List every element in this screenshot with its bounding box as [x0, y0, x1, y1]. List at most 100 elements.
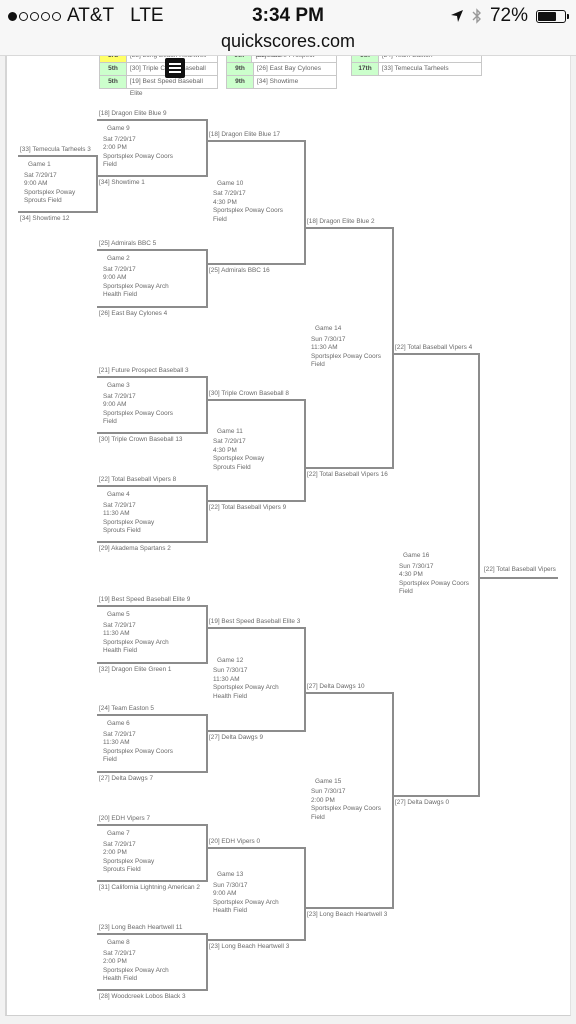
game-time: 4:30 PM	[213, 198, 237, 206]
game-venue1: Sportsplex Poway	[213, 455, 265, 462]
bracket-line	[206, 933, 208, 991]
standings-col-2: 9th[21] Future Prospect Baseball 9th[26]…	[226, 56, 337, 89]
bracket-line	[305, 907, 393, 909]
game-info[interactable]: Game 4 Sat 7/29/17 11:30 AM Sportsplex Powa…	[103, 491, 154, 536]
game-info[interactable]: Game 13 Sun 7/30/17 9:00 AM Sportsplex Powa…	[213, 871, 279, 916]
game-date: Sat 7/29/17	[103, 730, 136, 738]
hamburger-menu-icon[interactable]	[165, 58, 185, 78]
team-label-bottom[interactable]: [23] Long Beach Heartwell 3	[209, 943, 289, 951]
team-label-top[interactable]: [20] EDH Vipers 0	[209, 838, 260, 846]
game-venue2: Field	[103, 418, 117, 425]
game-info[interactable]: Game 11 Sat 7/29/17 4:30 PM Sportsplex Powa…	[213, 428, 264, 473]
team-label-bottom[interactable]: [30] Triple Crown Baseball 13	[99, 436, 182, 444]
team-label-bottom[interactable]: [29] Akadema Spartans 2	[99, 545, 171, 553]
team-label-bottom[interactable]: [28] Woodcreek Lobos Black 3	[99, 993, 186, 1001]
team-label-top[interactable]: [22] Total Baseball Vipers 8	[99, 476, 176, 484]
location-arrow-icon	[450, 10, 463, 22]
game-time: 11:30 AM	[213, 675, 240, 683]
game-venue2: Field	[399, 588, 413, 595]
game-info[interactable]: Game 9 Sat 7/29/17 2:00 PM Sportsplex Poway…	[103, 125, 173, 170]
game-date: Sun 7/30/17	[399, 562, 434, 570]
standings-row: 9th[21] Future Prospect Baseball	[226, 56, 337, 63]
bracket-line	[207, 399, 305, 401]
game-title: Game 4	[107, 491, 130, 498]
bracket-line	[305, 467, 393, 469]
game-venue1: Sportsplex Poway Coors	[103, 409, 173, 417]
bracket-line	[97, 175, 207, 177]
game-date: Sat 7/29/17	[24, 171, 57, 179]
game-info[interactable]: Game 1 Sat 7/29/17 9:00 AM Sportsplex Poway…	[24, 161, 75, 206]
game-info[interactable]: Game 12 Sun 7/30/17 11:30 AM Sportsplex Pow…	[213, 657, 279, 702]
team-label-top[interactable]: [25] Admirals BBC 5	[99, 240, 156, 248]
game-venue1: Sportsplex Poway Coors	[311, 352, 381, 360]
team-label-bottom[interactable]: [22] Total Baseball Vipers 9	[209, 504, 286, 512]
team-label-top[interactable]: [24] Team Easton 5	[99, 705, 154, 713]
game-venue2: Health Field	[103, 291, 138, 298]
game-venue1: Sportsplex Poway Coors	[399, 579, 469, 587]
game-info[interactable]: Game 7 Sat 7/29/17 2:00 PM Sportsplex Poway…	[103, 830, 154, 875]
bracket-line	[304, 399, 306, 502]
team-label-top[interactable]: [33] Temecula Tarheels 3	[20, 146, 91, 154]
team-label-top[interactable]: [18] Dragon Elite Blue 2	[307, 218, 375, 226]
bracket-line	[207, 939, 305, 941]
address-bar[interactable]: quickscores.com	[0, 30, 576, 56]
team-label-top[interactable]: [27] Delta Dawgs 10	[307, 683, 365, 691]
team-label-top[interactable]: [22] Total Baseball Vipers 4	[395, 344, 472, 352]
game-info[interactable]: Game 10 Sat 7/29/17 4:30 PM Sportsplex Powa…	[213, 180, 283, 225]
team-label-top[interactable]: [18] Dragon Elite Blue 17	[209, 131, 280, 139]
champion-label[interactable]: [22] Total Baseball Vipers	[484, 566, 556, 574]
game-date: Sun 7/30/17	[213, 881, 248, 889]
game-info[interactable]: Game 8 Sat 7/29/17 2:00 PM Sportsplex Poway…	[103, 939, 169, 984]
team-label-bottom[interactable]: [34] Showtime 12	[20, 215, 69, 223]
team-label-bottom[interactable]: [32] Dragon Elite Green 1	[99, 666, 171, 674]
game-info[interactable]: Game 16 Sun 7/30/17 4:30 PM Sportsplex Powa…	[399, 552, 469, 597]
team-label-bottom[interactable]: [31] California Lightning American 2	[99, 884, 200, 892]
team-label-top[interactable]: [21] Future Prospect Baseball 3	[99, 367, 189, 375]
game-info[interactable]: Game 2 Sat 7/29/17 9:00 AM Sportsplex Poway…	[103, 255, 169, 300]
game-venue1: Sportsplex Poway Arch	[103, 282, 169, 290]
game-info[interactable]: Game 6 Sat 7/29/17 11:30 AM Sportsplex Powa…	[103, 720, 173, 765]
team-label-bottom[interactable]: [27] Delta Dawgs 9	[209, 734, 263, 742]
game-info[interactable]: Game 5 Sat 7/29/17 11:30 AM Sportsplex Powa…	[103, 611, 169, 656]
game-title: Game 6	[107, 720, 130, 727]
game-date: Sat 7/29/17	[103, 949, 136, 957]
team-label-top[interactable]: [30] Triple Crown Baseball 8	[209, 390, 289, 398]
game-info[interactable]: Game 3 Sat 7/29/17 9:00 AM Sportsplex Poway…	[103, 382, 173, 427]
game-title: Game 11	[217, 427, 243, 435]
team-label-bottom[interactable]: [26] East Bay Cylones 4	[99, 310, 167, 318]
game-date: Sat 7/29/17	[103, 392, 136, 400]
team-label-bottom[interactable]: [27] Delta Dawgs 7	[99, 775, 153, 783]
bracket-line	[206, 605, 208, 664]
team-label-bottom[interactable]: [25] Admirals BBC 16	[209, 267, 270, 275]
team-label-bottom[interactable]: [27] Delta Dawgs 0	[395, 799, 449, 807]
game-time: 9:00 AM	[103, 274, 127, 281]
team-label-bottom[interactable]: [23] Long Beach Heartwell 3	[307, 911, 387, 919]
team-label-bottom[interactable]: [34] Showtime 1	[99, 179, 145, 187]
game-info[interactable]: Game 15 Sun 7/30/17 2:00 PM Sportsplex Powa…	[311, 778, 381, 823]
game-title: Game 10	[217, 179, 244, 187]
team-label-top[interactable]: [18] Dragon Elite Blue 9	[99, 110, 167, 118]
bracket-line	[304, 627, 306, 732]
bracket-line	[97, 541, 207, 543]
game-venue1: Sportsplex Poway Coors	[103, 152, 173, 160]
standings-row: 9th [26] East Bay Cylones	[226, 63, 337, 76]
game-venue1: Sportsplex Poway Coors	[103, 747, 173, 755]
bracket-line	[97, 933, 207, 935]
standings-row: 5th [19] Best Speed Baseball Elite	[99, 76, 218, 97]
bracket-line	[206, 485, 208, 543]
bracket-line	[478, 353, 480, 797]
game-venue1: Sportsplex Poway	[103, 857, 155, 865]
team-label-bottom[interactable]: [22] Total Baseball Vipers 16	[307, 471, 388, 479]
game-time: 9:00 AM	[24, 180, 48, 187]
team-label-top[interactable]: [23] Long Beach Heartwell 11	[99, 924, 182, 932]
team-label-top[interactable]: [19] Best Speed Baseball Elite 9	[99, 596, 190, 604]
bracket-line	[97, 714, 207, 716]
game-venue1: Sportsplex Poway	[103, 518, 155, 526]
game-info[interactable]: Game 14 Sun 7/30/17 11:30 AM Sportsplex Pow…	[311, 325, 381, 370]
team-label-top[interactable]: [20] EDH Vipers 7	[99, 815, 150, 823]
game-venue2: Field	[103, 161, 117, 168]
bracket-line	[304, 847, 306, 941]
team-label-top[interactable]: [19] Best Speed Baseball Elite 3	[209, 618, 300, 626]
standings-col-3: 9th[24] Team Easton 17th[33] Temecula Ta…	[351, 56, 482, 76]
game-title: Game 14	[315, 325, 342, 332]
